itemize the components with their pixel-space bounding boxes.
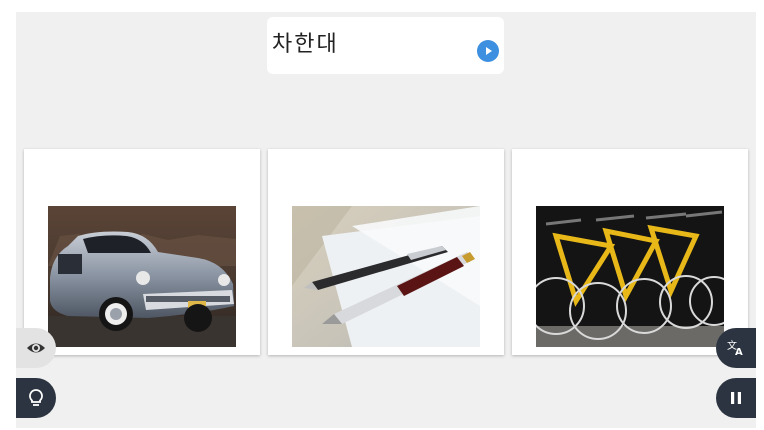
hint-button[interactable] [16,378,56,418]
pens-on-paper-photo [292,206,480,347]
option-card-bicycles[interactable] [512,149,748,355]
play-icon [486,47,492,55]
prompt-word: 차한대 [272,32,339,57]
option-card-pens[interactable] [268,149,504,355]
classic-car-photo [48,206,236,347]
translate-icon: 文 A [727,339,743,358]
translate-button[interactable]: 文 A [716,328,756,368]
prompt-card: 차한대 [267,17,504,74]
eye-icon [27,343,45,353]
lesson-stage: 차한대 文 A [16,12,756,428]
play-audio-button[interactable] [477,40,499,62]
svg-text:A: A [735,347,743,358]
option-card-car[interactable] [24,149,260,355]
lightbulb-icon [29,389,43,406]
bicycles-photo [536,206,724,347]
pause-button[interactable] [716,378,756,418]
show-answer-button[interactable] [16,328,56,368]
pause-icon [731,392,741,404]
